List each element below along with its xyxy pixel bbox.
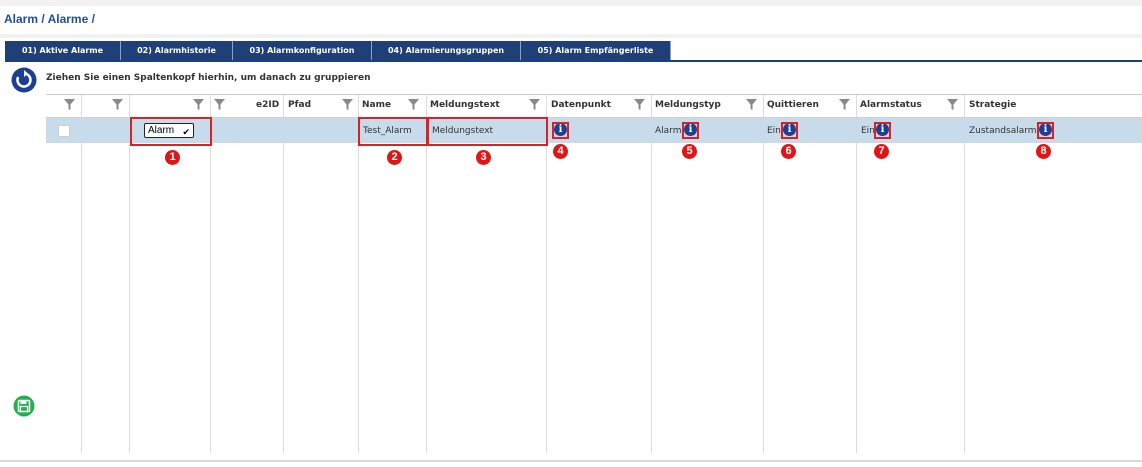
row-checkbox[interactable] xyxy=(58,125,70,137)
filter-icon[interactable] xyxy=(214,99,225,110)
breadcrumb[interactable]: Alarm / Alarme / xyxy=(4,12,95,26)
column-divider xyxy=(129,95,130,453)
column-divider xyxy=(964,95,965,453)
tab-bar: 01) Aktive Alarme 02) Alarmhistorie 03) … xyxy=(5,41,671,60)
col-header-pfad[interactable]: Pfad xyxy=(288,100,311,110)
save-icon[interactable] xyxy=(13,395,35,417)
grid-bottom-border xyxy=(0,460,1142,462)
column-divider xyxy=(651,95,652,453)
column-divider xyxy=(210,95,211,453)
annotation-badge: 5 xyxy=(682,144,697,159)
cell-strategie: Zustandsalarm xyxy=(969,126,1037,136)
filter-icon[interactable] xyxy=(839,99,850,110)
tab-alarmierungsgruppen[interactable]: 04) Alarmierungsgruppen xyxy=(372,41,521,60)
cell-quittieren: Ein xyxy=(767,126,781,136)
filter-icon[interactable] xyxy=(529,99,540,110)
col-header-quittieren[interactable]: Quittieren xyxy=(767,100,819,110)
filter-icon[interactable] xyxy=(112,99,123,110)
annotation-badge: 7 xyxy=(874,144,889,159)
col-header-meldungstext[interactable]: Meldungstext xyxy=(430,100,500,110)
annotation-box xyxy=(1037,122,1054,139)
filter-icon[interactable] xyxy=(634,99,645,110)
column-divider xyxy=(763,95,764,453)
annotation-badge: 6 xyxy=(781,144,796,159)
tab-alarmhistorie[interactable]: 02) Alarmhistorie xyxy=(121,41,233,60)
filter-icon[interactable] xyxy=(193,99,204,110)
col-header-meldungstyp[interactable]: Meldungstyp xyxy=(655,100,721,110)
filter-icon[interactable] xyxy=(64,99,75,110)
refresh-icon[interactable] xyxy=(11,67,37,93)
annotation-box xyxy=(781,122,798,139)
annotation-badge: 8 xyxy=(1036,144,1051,159)
tab-alarm-empfaengerliste[interactable]: 05) Alarm Empfängerliste xyxy=(521,41,671,60)
annotation-box xyxy=(682,122,699,139)
annotation-badge: 2 xyxy=(387,150,402,165)
filter-icon[interactable] xyxy=(746,99,757,110)
annotation-box xyxy=(130,117,212,146)
annotation-box xyxy=(552,122,569,139)
annotation-box xyxy=(874,122,891,139)
top-strip xyxy=(0,0,1142,6)
col-header-e2id[interactable]: e2ID xyxy=(256,100,279,110)
filter-icon[interactable] xyxy=(947,99,958,110)
col-header-alarmstatus[interactable]: Alarmstatus xyxy=(860,100,922,110)
group-by-hint: Ziehen Sie einen Spaltenkopf hierhin, um… xyxy=(46,73,371,83)
breadcrumb-separator xyxy=(0,34,1142,38)
column-divider xyxy=(81,95,82,453)
tab-underline xyxy=(5,60,1142,62)
annotation-badge: 1 xyxy=(165,150,180,165)
col-header-strategie[interactable]: Strategie xyxy=(969,100,1016,110)
annotation-box xyxy=(358,117,428,146)
col-header-name[interactable]: Name xyxy=(362,100,391,110)
column-divider xyxy=(283,95,284,453)
column-divider xyxy=(546,95,547,453)
tab-aktive-alarme[interactable]: 01) Aktive Alarme xyxy=(5,41,121,60)
col-header-datenpunkt[interactable]: Datenpunkt xyxy=(551,100,611,110)
cell-alarmstatus: Ein xyxy=(861,126,875,136)
annotation-box xyxy=(427,117,548,146)
annotation-badge: 4 xyxy=(553,144,568,159)
cell-meldungstyp: Alarm xyxy=(655,126,682,136)
column-divider xyxy=(856,95,857,453)
filter-icon[interactable] xyxy=(408,99,419,110)
column-divider xyxy=(426,95,427,453)
tab-alarmkonfiguration[interactable]: 03) Alarmkonfiguration xyxy=(233,41,372,60)
filter-icon[interactable] xyxy=(342,99,353,110)
annotation-badge: 3 xyxy=(476,150,491,165)
alarm-grid: e2ID Pfad Name Meldungstext Datenpunkt M… xyxy=(46,94,1142,453)
column-divider xyxy=(358,95,359,453)
